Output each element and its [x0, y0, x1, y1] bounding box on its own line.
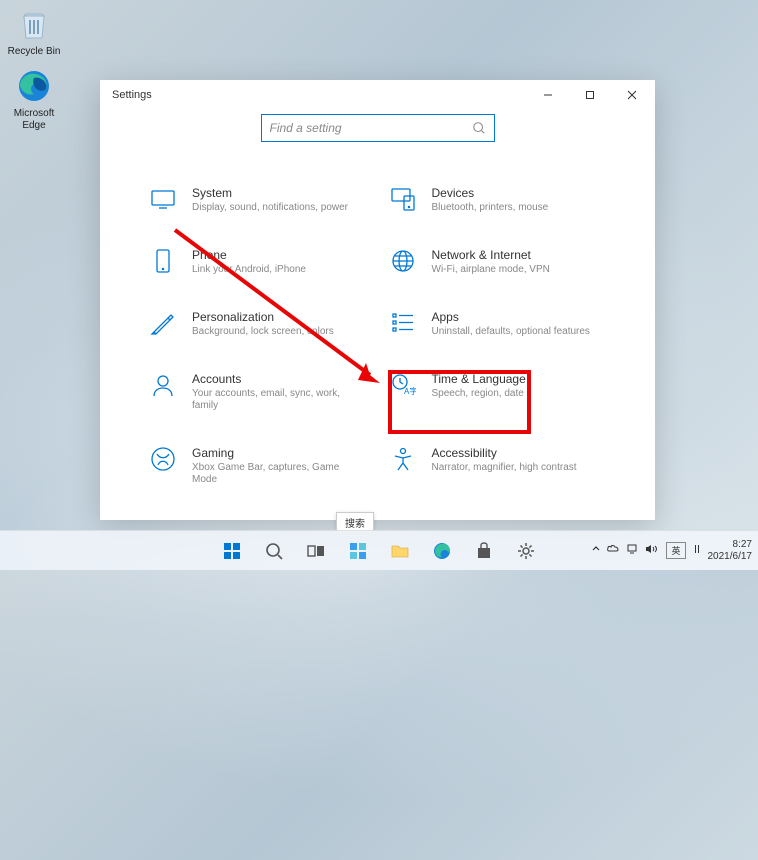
search-input[interactable] — [270, 121, 472, 135]
category-network[interactable]: Network & Internet Wi-Fi, airplane mode, … — [390, 248, 606, 276]
category-desc: Speech, region, date — [432, 388, 526, 400]
settings-taskbar-button[interactable] — [507, 533, 545, 569]
category-system[interactable]: System Display, sound, notifications, pow… — [150, 186, 366, 214]
taskbar: 英 8:27 2021/6/17 — [0, 530, 758, 570]
desktop-icon-label: Microsoft Edge — [4, 108, 64, 131]
category-title: Network & Internet — [432, 248, 550, 262]
minimize-button[interactable] — [527, 81, 569, 109]
categories-grid: System Display, sound, notifications, pow… — [100, 142, 655, 486]
tray-onedrive-icon[interactable] — [606, 542, 620, 559]
tray-volume-icon[interactable] — [644, 542, 658, 559]
desktop-icon-edge[interactable]: Microsoft Edge — [4, 66, 64, 131]
time-language-icon: A字 — [390, 372, 416, 398]
category-desc: Uninstall, defaults, optional features — [432, 326, 590, 338]
category-desc: Wi-Fi, airplane mode, VPN — [432, 264, 550, 276]
category-title: Apps — [432, 310, 590, 324]
category-desc: Bluetooth, printers, mouse — [432, 202, 549, 214]
devices-icon — [390, 186, 416, 212]
tray-network-icon[interactable] — [625, 542, 639, 559]
recycle-bin-icon — [14, 4, 54, 44]
category-desc: Xbox Game Bar, captures, Game Mode — [192, 462, 366, 486]
ime-indicator[interactable]: 英 — [666, 542, 685, 559]
category-desc: Display, sound, notifications, power — [192, 202, 348, 214]
category-title: Accounts — [192, 372, 366, 386]
category-title: System — [192, 186, 348, 200]
taskview-button[interactable] — [297, 533, 335, 569]
edge-taskbar-button[interactable] — [423, 533, 461, 569]
maximize-button[interactable] — [569, 81, 611, 109]
personalization-icon — [150, 310, 176, 336]
category-title: Personalization — [192, 310, 334, 324]
system-icon — [150, 186, 176, 212]
accessibility-icon — [390, 446, 416, 472]
tray-time: 8:27 — [708, 539, 753, 551]
tray-bars-icon — [694, 542, 700, 559]
window-title: Settings — [110, 89, 152, 101]
category-title: Accessibility — [432, 446, 577, 460]
svg-text:A字: A字 — [404, 386, 416, 396]
category-devices[interactable]: Devices Bluetooth, printers, mouse — [390, 186, 606, 214]
category-personalization[interactable]: Personalization Background, lock screen, … — [150, 310, 366, 338]
search-input-container[interactable] — [261, 114, 495, 142]
category-title: Devices — [432, 186, 549, 200]
edge-icon — [14, 66, 54, 106]
category-time-language[interactable]: A字 Time & Language Speech, region, date — [390, 372, 606, 412]
category-desc: Your accounts, email, sync, work, family — [192, 388, 366, 412]
close-button[interactable] — [611, 81, 653, 109]
category-desc: Background, lock screen, colors — [192, 326, 334, 338]
network-icon — [390, 248, 416, 274]
category-phone[interactable]: Phone Link your Android, iPhone — [150, 248, 366, 276]
widgets-button[interactable] — [339, 533, 377, 569]
search-icon — [472, 121, 486, 135]
desktop-icon-label: Recycle Bin — [4, 46, 64, 58]
tray-chevron-icon[interactable] — [591, 544, 601, 557]
category-accessibility[interactable]: Accessibility Narrator, magnifier, high c… — [390, 446, 606, 486]
tray-clock[interactable]: 8:27 2021/6/17 — [708, 539, 753, 562]
category-apps[interactable]: Apps Uninstall, defaults, optional featur… — [390, 310, 606, 338]
start-button[interactable] — [213, 533, 251, 569]
desktop-icon-recycle-bin[interactable]: Recycle Bin — [4, 4, 64, 58]
category-title: Gaming — [192, 446, 366, 460]
tray-date: 2021/6/17 — [708, 551, 753, 563]
phone-icon — [150, 248, 176, 274]
apps-icon — [390, 310, 416, 336]
gaming-icon — [150, 446, 176, 472]
taskbar-center — [213, 533, 545, 569]
category-gaming[interactable]: Gaming Xbox Game Bar, captures, Game Mode — [150, 446, 366, 486]
category-desc: Link your Android, iPhone — [192, 264, 306, 276]
store-button[interactable] — [465, 533, 503, 569]
taskbar-search-button[interactable] — [255, 533, 293, 569]
titlebar: Settings — [100, 80, 655, 110]
category-desc: Narrator, magnifier, high contrast — [432, 462, 577, 474]
category-title: Phone — [192, 248, 306, 262]
settings-window: Settings System Display, sound, notificat… — [100, 80, 655, 520]
category-accounts[interactable]: Accounts Your accounts, email, sync, work… — [150, 372, 366, 412]
explorer-button[interactable] — [381, 533, 419, 569]
category-title: Time & Language — [432, 372, 526, 386]
system-tray: 英 8:27 2021/6/17 — [591, 539, 752, 562]
accounts-icon — [150, 372, 176, 398]
